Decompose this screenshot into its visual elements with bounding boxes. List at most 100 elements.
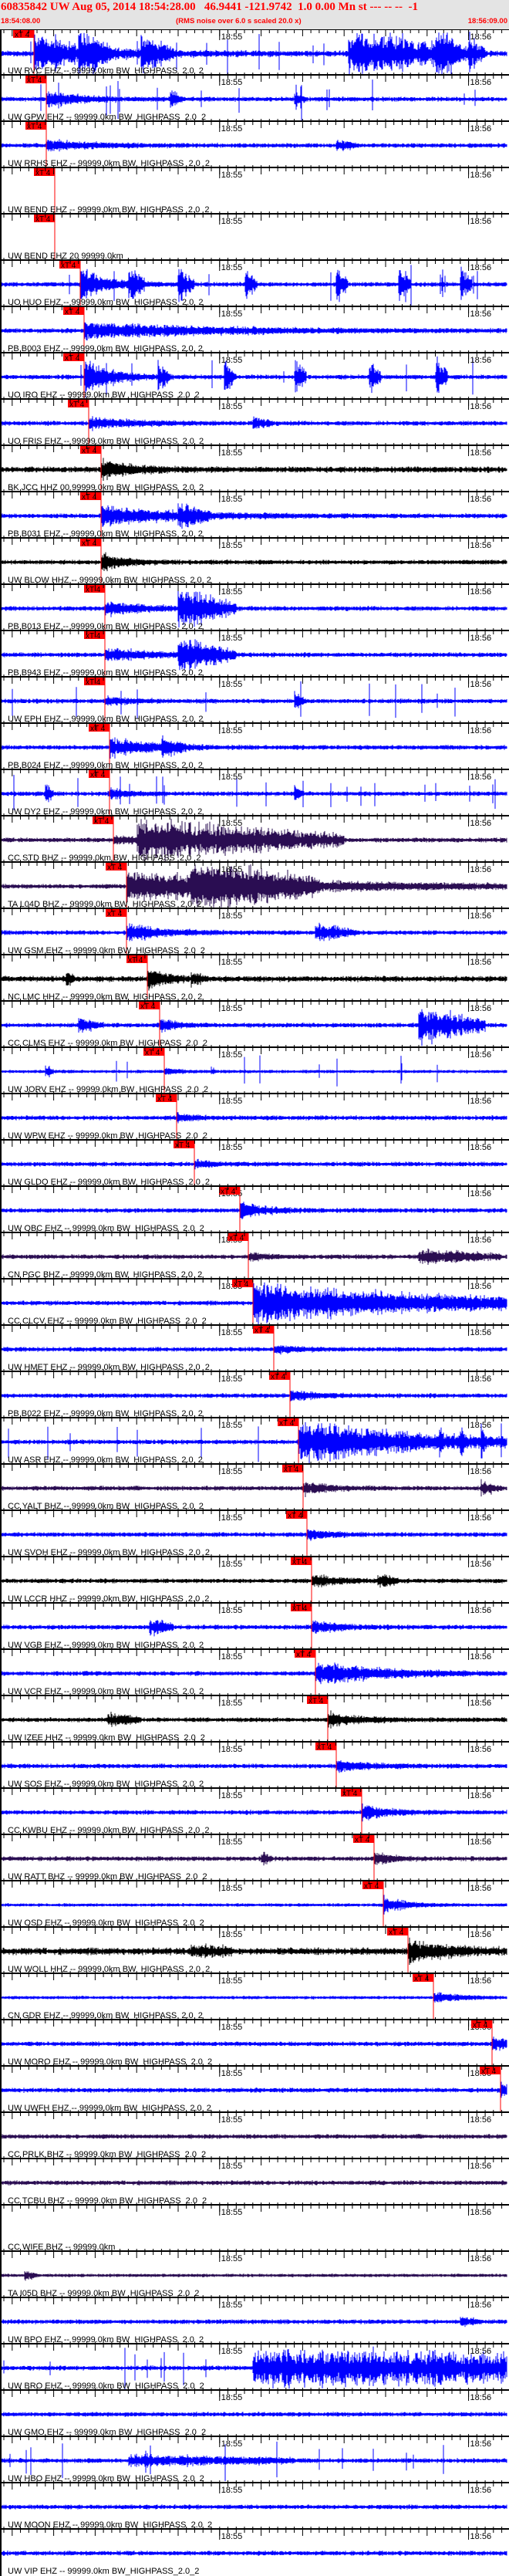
pick-marker-label: xT 4 xyxy=(175,1141,190,1150)
minute-tick-label: 18:55 xyxy=(221,2347,243,2356)
pick-marker-label: xT 4 xyxy=(86,632,101,641)
minute-tick-label: 18:55 xyxy=(221,2023,243,2032)
minute-tick-label: 18:55 xyxy=(221,2254,243,2263)
pick-marker-label: xT 4 xyxy=(35,215,51,224)
minute-tick-label: 18:56 xyxy=(470,2393,492,2402)
minute-tick-label: 18:55 xyxy=(221,958,243,967)
minute-tick-label: 18:55 xyxy=(221,587,243,597)
trace-panel: 18:55 18:56xT 4PB B024 EHZ -- 99999.0km B… xyxy=(0,723,507,770)
trace-panel: 18:55 18:56xT 4CC STD BHZ -- 99999.0km BW… xyxy=(0,816,507,863)
minute-tick-label: 18:56 xyxy=(470,1976,492,1986)
waveform xyxy=(0,2412,507,2417)
minute-tick-label: 18:56 xyxy=(470,2347,492,2356)
waveform xyxy=(0,1574,507,1588)
minute-tick-label: 18:56 xyxy=(470,1374,492,1384)
minute-tick-label: 18:56 xyxy=(470,587,492,597)
minute-tick-label: 18:56 xyxy=(470,634,492,643)
minute-tick-label: 18:55 xyxy=(221,2208,243,2217)
minute-tick-label: 18:56 xyxy=(470,541,492,550)
minute-tick-label: 18:55 xyxy=(221,124,243,134)
minute-tick-label: 18:56 xyxy=(470,1652,492,1662)
trace-panel: 18:55 18:56xT 4CC CLMS EHZ -- 99999.0km B… xyxy=(0,1001,507,1048)
pick-marker-label: xT 4 xyxy=(355,1836,370,1844)
minute-tick-label: 18:55 xyxy=(221,1374,243,1384)
trace-panel: 18:55 18:56xT 4UW BEND EHZ 20 99999.0km xyxy=(8,214,491,261)
trace-panel: 18:55 18:56xT 4UW LCCR HHZ -- 99999.0km B… xyxy=(0,1557,507,1604)
pick-marker-label: xT 4 xyxy=(15,31,30,39)
pick-marker-label: xT 4 xyxy=(389,1929,404,1937)
pick-marker-label: xT 4 xyxy=(271,1373,286,1381)
minute-tick-label: 18:56 xyxy=(470,772,492,782)
waveform xyxy=(0,1479,507,1497)
waveform xyxy=(0,2317,507,2328)
minute-tick-label: 18:56 xyxy=(470,1791,492,1800)
minute-tick-label: 18:56 xyxy=(470,1421,492,1430)
pick-marker-label: xT 4 xyxy=(473,2021,488,2030)
minute-tick-label: 18:56 xyxy=(470,217,492,226)
waveform xyxy=(0,1851,507,1866)
trace-panel: 18:55 18:56xT 4UW GPW EHZ -- 99999.0km BW… xyxy=(0,75,507,122)
minute-tick-label: 18:56 xyxy=(470,2208,492,2217)
trace-panel: 18:55 18:56UW HBO EHZ -- 99999.0km BW_HIG… xyxy=(0,2436,507,2483)
minute-tick-label: 18:56 xyxy=(470,1143,492,1152)
pick-marker-label: xT 4 xyxy=(157,1095,173,1104)
minute-tick-label: 18:55 xyxy=(221,356,243,365)
pick-marker-label: xT 4 xyxy=(61,262,76,270)
minute-tick-label: 18:55 xyxy=(221,1328,243,1337)
minute-tick-label: 18:56 xyxy=(470,402,492,411)
minute-tick-label: 18:55 xyxy=(221,680,243,689)
trace-panel: 18:55 18:56xT 4UW SOS EHZ -- 99999.0km BW… xyxy=(0,1742,507,1789)
pick-marker-label: xT 4 xyxy=(481,2067,497,2076)
minute-tick-label: 18:56 xyxy=(470,78,492,87)
trace-panel: 18:55 18:56TA I05D BHZ -- 99999.0km BW_HI… xyxy=(0,2251,507,2298)
waveform xyxy=(0,2271,507,2281)
minute-tick-label: 18:56 xyxy=(470,726,492,735)
trace-panel: 18:55 18:56CC WIFE BHZ -- 99999.0km xyxy=(8,2205,491,2252)
trace-panel: 18:55 18:56xT 4CN GDR EHZ -- 99999.0km BW… xyxy=(0,1973,507,2020)
minute-tick-label: 18:56 xyxy=(470,1606,492,1615)
trace-panel: 18:55 18:56xT 4UO IRO EHZ -- 99999.0km BW… xyxy=(0,353,507,400)
minute-tick-label: 18:55 xyxy=(221,1930,243,1939)
minute-tick-label: 18:56 xyxy=(470,2532,492,2541)
minute-tick-label: 18:55 xyxy=(221,448,243,458)
minute-tick-label: 18:56 xyxy=(470,2254,492,2263)
trace-panel: 18:55 18:56UW MOON EHZ -- 99999.0km BW_HI… xyxy=(0,2483,507,2530)
minute-tick-label: 18:56 xyxy=(470,1513,492,1523)
minute-tick-label: 18:55 xyxy=(221,171,243,180)
minute-tick-label: 18:55 xyxy=(221,1143,243,1152)
waveform xyxy=(0,458,507,481)
trace-panel: 18:55 18:56xT 4UW VCR EHZ -- 99999.0km BW… xyxy=(0,1649,507,1696)
pick-marker-label: xT 4 xyxy=(94,817,110,826)
minute-tick-label: 18:55 xyxy=(221,634,243,643)
seismogram-plot: 18:55 18:56xT 4UW RVC EHZ -- 99999.0km BW… xyxy=(0,27,509,2576)
waveform xyxy=(0,1390,507,1401)
trace-panel: 18:55 18:56xT 4PB B943 EHZ -- 99999.0km B… xyxy=(0,630,507,678)
minute-tick-label: 18:55 xyxy=(221,1467,243,1476)
trace-panel: 18:55 18:56xT 4UW ASR EHZ -- 99999.0km BW… xyxy=(0,1418,507,1465)
minute-tick-label: 18:56 xyxy=(470,911,492,921)
minute-tick-label: 18:55 xyxy=(221,1513,243,1523)
minute-tick-label: 18:55 xyxy=(221,2115,243,2125)
minute-tick-label: 18:56 xyxy=(470,2162,492,2171)
minute-tick-label: 18:56 xyxy=(470,1282,492,1291)
minute-tick-label: 18:55 xyxy=(221,2439,243,2449)
minute-tick-label: 18:55 xyxy=(221,217,243,226)
minute-tick-label: 18:56 xyxy=(470,32,492,42)
pick-marker-label: xT 4 xyxy=(82,539,97,548)
minute-tick-label: 18:55 xyxy=(221,1791,243,1800)
trace-panel: 18:55 18:56xT 4UW OSD EHZ -- 99999.0km BW… xyxy=(0,1881,507,1928)
pick-marker-label: xT 4 xyxy=(279,1419,295,1428)
minute-tick-label: 18:55 xyxy=(221,402,243,411)
waveform xyxy=(0,322,507,341)
minute-tick-label: 18:55 xyxy=(221,1421,243,1430)
pick-marker-label: xT 4 xyxy=(82,493,97,502)
trace-panel: 18:55 18:56xT 4CC KWBU EHZ -- 99999.0km B… xyxy=(0,1788,507,1835)
minute-tick-label: 18:55 xyxy=(221,1606,243,1615)
waveform xyxy=(0,2504,507,2510)
trace-panel: 18:55 18:56xT 4PB B022 EHZ -- 99999.0km B… xyxy=(0,1371,507,1418)
minute-tick-label: 18:55 xyxy=(221,2069,243,2078)
waveform xyxy=(0,1937,507,1966)
waveform xyxy=(0,1662,507,1685)
pick-marker-label: xT 4 xyxy=(69,401,85,409)
trace-panel: 18:55 18:56xT 4UW RVC EHZ -- 99999.0km BW… xyxy=(0,29,507,76)
